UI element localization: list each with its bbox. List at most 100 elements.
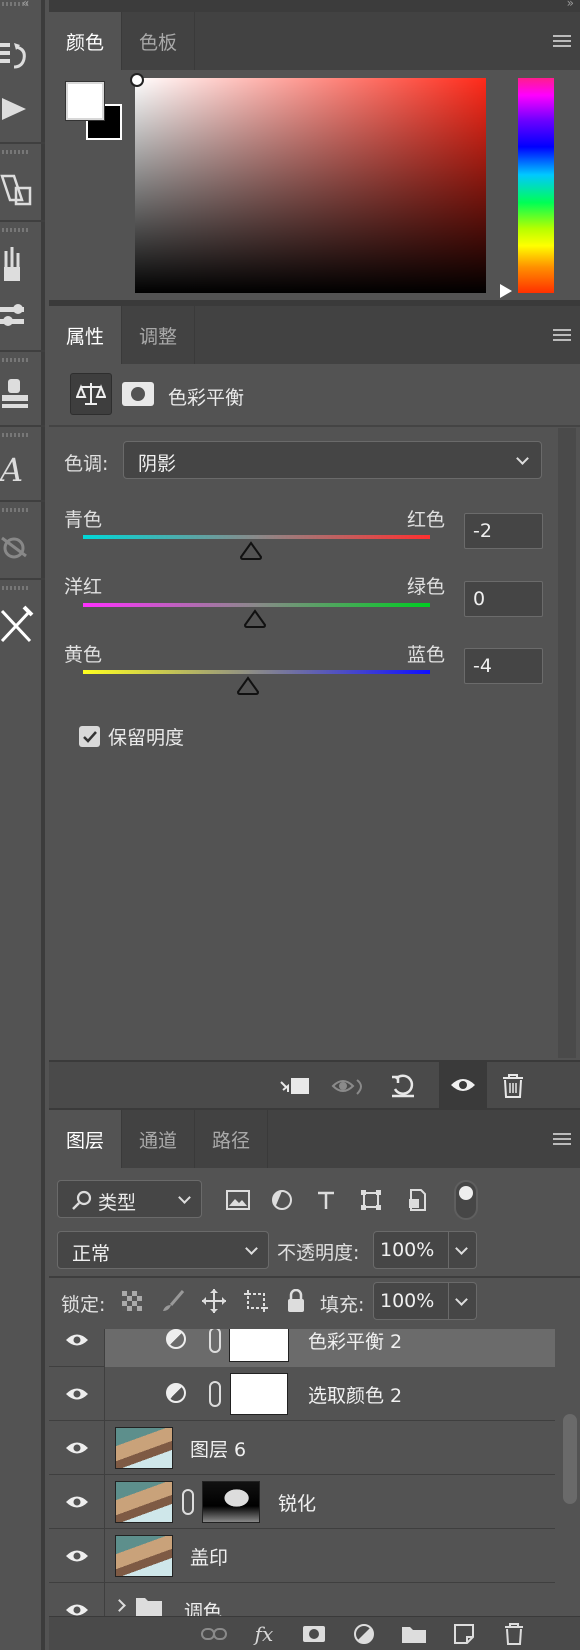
layers-scrollbar[interactable] [555,1329,580,1616]
glyphs-icon[interactable] [0,165,34,215]
yellow-blue-slider-thumb[interactable] [236,676,260,696]
mask-link-icon[interactable] [209,1381,221,1407]
collapse-left-icon[interactable]: « [22,0,29,10]
layer-thumbnail[interactable] [115,1535,173,1577]
link-layers-icon[interactable] [201,1622,227,1646]
collapse-right-icon[interactable]: » [567,0,574,10]
type-layer-filter-icon[interactable] [309,1183,343,1217]
lock-all-icon[interactable] [281,1286,311,1316]
preserve-luminosity-option[interactable]: 保留明度 [79,723,184,750]
layer-row[interactable]: 色彩平衡 2 [49,1329,555,1367]
character-icon[interactable]: A [0,445,34,495]
cyan-red-slider-thumb[interactable] [239,541,263,561]
clone-source-icon[interactable] [0,368,34,418]
panel-menu-button[interactable] [544,12,580,70]
color-picker-cursor[interactable] [130,73,144,87]
properties-scrollbar[interactable] [558,428,576,1058]
adjustment-layer-filter-icon[interactable] [265,1183,299,1217]
layer-row[interactable]: 锐化 [49,1475,555,1529]
preserve-luminosity-checkbox[interactable] [79,726,100,747]
layer-name[interactable]: 选取颜色 2 [308,1381,402,1408]
new-group-icon[interactable] [401,1622,427,1646]
grip-handle[interactable] [2,433,28,437]
view-previous-state-icon[interactable] [331,1068,367,1104]
layer-mask-thumbnail[interactable] [202,1481,260,1523]
tone-select[interactable]: 阴影 [123,441,542,479]
panel-menu-button[interactable] [544,1110,580,1168]
delete-icon[interactable] [495,1068,531,1104]
delete-layer-icon[interactable] [501,1622,527,1646]
cyan-red-value-field[interactable]: -2 [464,513,543,549]
layer-name[interactable]: 锐化 [278,1489,316,1516]
layer-visibility-toggle[interactable] [49,1329,105,1367]
grip-handle[interactable] [2,150,28,154]
tab-paths[interactable]: 路径 [195,1110,269,1168]
mask-link-icon[interactable] [182,1489,194,1515]
layer-name[interactable]: 色彩平衡 2 [308,1329,402,1354]
pixel-layer-filter-icon[interactable] [221,1183,255,1217]
layer-mask-thumbnail[interactable] [229,1329,289,1362]
lock-transparency-icon[interactable] [117,1286,147,1316]
magenta-green-slider-thumb[interactable] [243,609,267,629]
opacity-field[interactable]: 100% [373,1231,449,1269]
tab-channels[interactable]: 通道 [122,1110,196,1168]
layer-visibility-toggle[interactable] [49,1475,105,1529]
expand-group-icon[interactable] [113,1599,126,1612]
tab-swatches[interactable]: 色板 [122,12,196,70]
layer-thumbnail[interactable] [115,1481,173,1523]
brush-settings-icon[interactable] [0,240,34,290]
hue-slider[interactable] [518,78,554,293]
lock-artboard-icon[interactable] [241,1286,271,1316]
layer-row[interactable]: 图层 6 [49,1421,555,1475]
clip-to-layer-icon[interactable] [277,1068,313,1104]
layer-name[interactable]: 图层 6 [190,1435,246,1462]
tab-properties[interactable]: 属性 [49,306,123,364]
fx-icon[interactable]: fx [251,1622,277,1646]
grip-handle[interactable] [2,586,28,590]
foreground-color-swatch[interactable] [65,81,105,121]
lock-pixels-icon[interactable] [158,1286,188,1316]
layer-visibility-toggle[interactable] [49,1529,105,1583]
magenta-green-value-field[interactable]: 0 [464,581,543,617]
hue-slider-marker[interactable] [500,284,512,298]
cyan-red-slider-track[interactable] [83,535,430,539]
brush-presets-icon[interactable] [0,292,34,342]
fill-dropdown[interactable] [449,1282,477,1320]
new-layer-icon[interactable] [451,1622,477,1646]
reset-icon[interactable] [385,1068,421,1104]
visibility-icon[interactable] [439,1062,487,1108]
magenta-green-slider-track[interactable] [83,603,430,607]
3d-icon[interactable] [0,522,34,572]
play-action-icon[interactable] [0,84,34,134]
layer-row[interactable]: 盖印 [49,1529,555,1583]
new-adjustment-icon[interactable] [351,1622,377,1646]
layer-visibility-toggle[interactable] [49,1421,105,1475]
layer-name[interactable]: 调色 [184,1597,222,1616]
tab-layers[interactable]: 图层 [49,1110,123,1168]
color-picker-field[interactable] [135,78,486,293]
layer-mask-icon[interactable] [122,382,154,406]
blend-mode-select[interactable]: 正常 [57,1231,269,1269]
layer-filter-select[interactable]: 类型 [57,1180,202,1218]
tool-presets-icon[interactable] [0,600,34,650]
shape-layer-filter-icon[interactable] [354,1183,388,1217]
opacity-dropdown[interactable] [449,1231,477,1269]
lock-position-icon[interactable] [199,1286,229,1316]
grip-handle[interactable] [2,358,28,362]
layer-name[interactable]: 盖印 [190,1543,228,1570]
layer-row[interactable]: 调色 [49,1583,555,1616]
yellow-blue-value-field[interactable]: -4 [464,648,543,684]
mask-link-icon[interactable] [209,1329,221,1353]
scrollbar-thumb[interactable] [563,1414,577,1504]
grip-handle[interactable] [2,508,28,512]
smart-object-filter-icon[interactable] [400,1183,434,1217]
layer-mask-thumbnail[interactable] [230,1373,288,1415]
filter-toggle-switch[interactable] [454,1180,478,1220]
tab-adjustments[interactable]: 调整 [122,306,196,364]
layer-visibility-toggle[interactable] [49,1583,105,1616]
yellow-blue-slider-track[interactable] [83,670,430,674]
fill-field[interactable]: 100% [373,1282,449,1320]
layer-thumbnail[interactable] [115,1427,173,1469]
add-mask-icon[interactable] [301,1622,327,1646]
panel-menu-button[interactable] [544,306,580,364]
